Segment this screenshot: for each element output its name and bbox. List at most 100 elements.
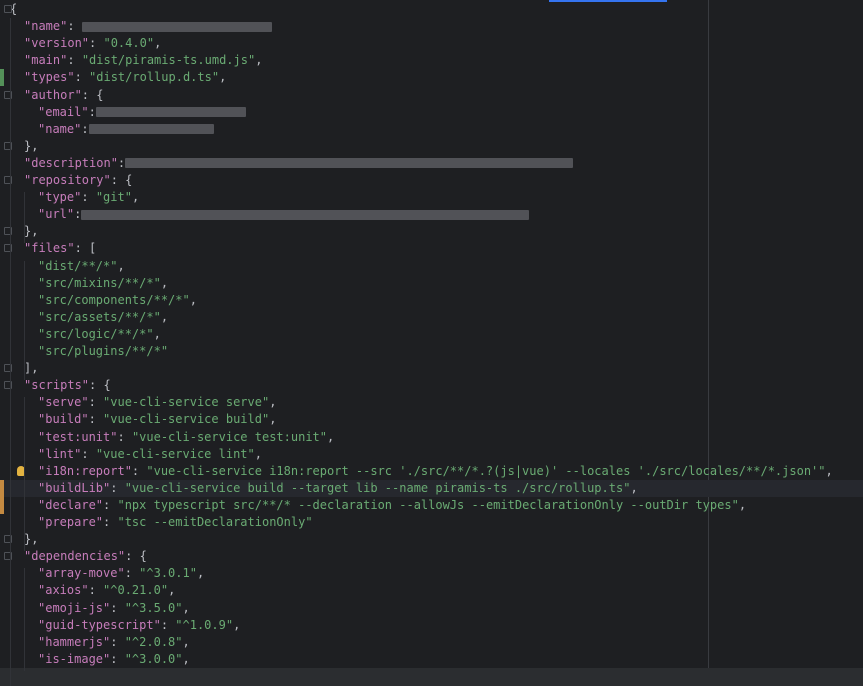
code-line-text: "files": [ [24,240,96,257]
code-line[interactable]: "url": [0,206,863,223]
code-line[interactable]: "i18n:report": "vue-cli-service i18n:rep… [0,463,863,480]
code-line-text: "src/mixins/**/*", [38,275,168,292]
json-punctuation: , [131,190,140,205]
code-line[interactable]: ], [0,360,863,377]
code-line[interactable]: "serve": "vue-cli-service serve", [0,394,863,411]
json-key: "url" [38,207,75,222]
indent-guide [10,18,11,686]
redacted-text [81,209,530,220]
code-line[interactable]: "dist/**/*", [0,258,863,275]
json-punctuation: , [182,651,190,666]
code-line[interactable]: { [0,1,863,18]
code-line[interactable]: "version": "0.4.0", [0,35,863,52]
code-line[interactable]: "emoji-js": "^3.5.0", [0,600,863,617]
code-line[interactable]: "email": [0,104,863,121]
fold-icon[interactable] [4,5,12,13]
json-key: "email" [38,104,89,119]
json-punctuation: : [74,70,90,85]
code-line[interactable]: "hammerjs": "^2.0.8", [0,634,863,651]
json-key: "is-image" [38,651,111,666]
json-key: "buildLib" [38,480,111,495]
code-line[interactable]: }, [0,223,863,240]
json-punctuation: , [269,395,277,410]
json-key: "types" [24,70,75,85]
indent-guide [24,397,25,552]
code-line[interactable]: }, [0,531,863,548]
json-punctuation: : [110,634,125,649]
json-string: "vue-cli-service i18n:report --src './sr… [146,463,826,478]
code-line[interactable]: "dependencies": { [0,548,863,565]
code-line[interactable]: "repository": { [0,172,863,189]
indent-guide [24,568,25,671]
code-line[interactable]: "types": "dist/rollup.d.ts", [0,69,863,86]
json-punctuation: , [738,497,747,512]
json-string: "^1.0.9" [175,617,234,632]
code-line[interactable]: "guid-typescript": "^1.0.9", [0,617,863,634]
json-punctuation: : [67,19,82,34]
code-line[interactable]: "prepare": "tsc --emitDeclarationOnly" [0,514,863,531]
code-line[interactable]: "axios": "^0.21.0", [0,582,863,599]
code-line-text: }, [24,138,38,155]
json-punctuation: : [103,515,118,529]
code-line-text: "serve": "vue-cli-service serve", [38,394,276,411]
code-line[interactable]: "src/plugins/**/*" [0,343,863,360]
code-line-text: "guid-typescript": "^1.0.9", [38,617,240,634]
code-line[interactable]: "files": [ [0,240,863,257]
json-punctuation: : [89,36,104,51]
code-line[interactable]: }, [0,138,863,155]
code-line-text: "version": "0.4.0", [24,35,161,52]
code-editor[interactable]: {"name": "version": "0.4.0", "main": "dis… [0,0,863,686]
code-line[interactable]: "declare": "npx typescript src/**/* --de… [0,497,863,514]
code-line-text: "axios": "^0.21.0", [38,582,175,599]
json-punctuation: : [103,497,118,512]
json-punctuation: : [81,446,96,461]
code-line[interactable]: "type": "git", [0,189,863,206]
code-line[interactable]: "description": [0,155,863,172]
code-line[interactable]: "build": "vue-cli-service build", [0,411,863,428]
code-line[interactable]: "is-image": "^3.0.0", [0,651,863,668]
json-string: "vue-cli-service test:unit" [131,429,328,444]
indent-guide [24,192,25,244]
json-key: "guid-typescript" [38,617,161,632]
json-key: "prepare" [38,515,104,529]
json-punctuation: , [255,53,263,68]
code-line[interactable]: "lint": "vue-cli-service lint", [0,446,863,463]
json-string: "^3.0.1" [139,566,197,581]
code-line-text: "description": [24,155,574,172]
code-line[interactable]: "name": [0,18,863,35]
code-line-text: "prepare": "tsc --emitDeclarationOnly" [38,514,313,531]
code-line[interactable]: "src/components/**/*", [0,292,863,309]
json-string: "src/mixins/**/*" [38,275,161,290]
code-line-text: "declare": "npx typescript src/**/* --de… [38,497,746,514]
code-line[interactable]: "src/logic/**/*", [0,326,863,343]
code-line-text: "lint": "vue-cli-service lint", [38,446,262,463]
json-string: "^3.5.0" [124,600,183,615]
code-line[interactable]: "author": { [0,87,863,104]
json-string: "src/components/**/*" [38,292,190,307]
json-key: "scripts" [24,378,90,393]
redacted-text [81,21,272,32]
code-line-text: "src/plugins/**/*" [38,343,168,360]
code-line[interactable]: "src/assets/**/*", [0,309,863,326]
json-string: "vue-cli-service build" [103,412,270,427]
json-punctuation: : { [110,173,133,187]
redacted-text [88,124,214,135]
code-line-text: "url": [38,206,530,223]
json-string: "dist/piramis-ts.umd.js" [81,53,256,68]
json-key: "build" [38,412,89,427]
json-punctuation: : [110,651,125,666]
json-punctuation: , [233,617,241,632]
code-line[interactable]: "test:unit": "vue-cli-service test:unit"… [0,429,863,446]
json-punctuation: , [117,258,125,273]
json-string: "npx typescript src/**/* --declaration -… [117,497,739,512]
json-punctuation: , [160,275,169,290]
code-line-text: }, [24,223,38,240]
code-line[interactable]: "scripts": { [0,377,863,394]
code-line-text: "buildLib": "vue-cli-service build --tar… [38,480,638,497]
code-line[interactable]: "name": [0,121,863,138]
code-line[interactable]: "array-move": "^3.0.1", [0,565,863,582]
code-line[interactable]: "buildLib": "vue-cli-service build --tar… [0,479,863,497]
code-line[interactable]: "src/mixins/**/*", [0,275,863,292]
json-punctuation: : [117,429,132,444]
code-line[interactable]: "main": "dist/piramis-ts.umd.js", [0,52,863,69]
